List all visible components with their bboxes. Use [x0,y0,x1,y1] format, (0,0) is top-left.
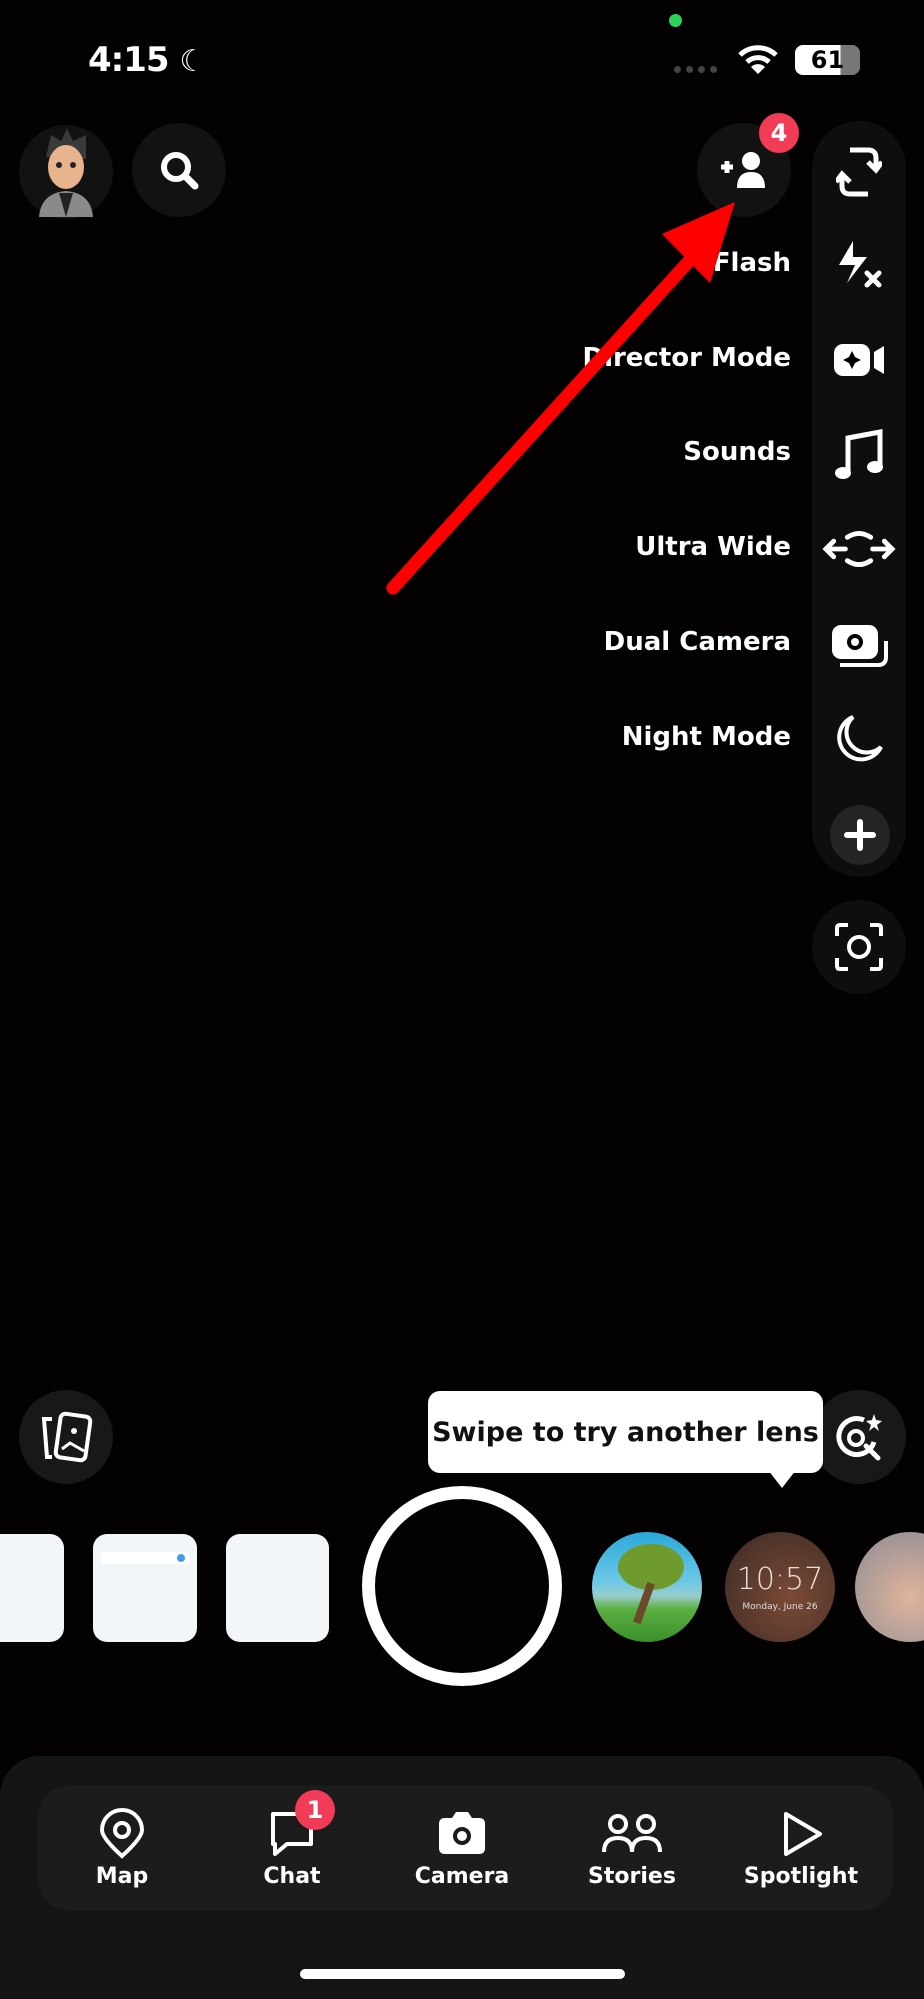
night-mode-label: Night Mode [621,722,791,752]
nav-label: Chat [263,1864,321,1889]
plus-icon [844,819,876,851]
lens-clock: 10:57 [736,1562,824,1597]
lens-tooltip: Swipe to try another lens [428,1391,823,1473]
lens-thumbnail[interactable] [93,1534,197,1642]
nav-label: Spotlight [743,1864,859,1889]
scan-icon [835,923,883,971]
nav-spotlight[interactable]: Spotlight [736,1808,866,1889]
nav-camera[interactable]: Camera [397,1808,527,1889]
lens-lockscreen[interactable]: 10:57 Monday, June 26 [725,1532,835,1642]
lens-explore-icon [836,1414,882,1461]
lens-face[interactable] [855,1532,924,1642]
home-indicator[interactable] [300,1969,625,1979]
lens-thumbnail[interactable] [0,1534,64,1642]
lens-explorer-button[interactable] [812,1390,906,1484]
memories-button[interactable] [19,1390,113,1484]
scan-button[interactable] [812,900,906,994]
tooltip-pointer [768,1470,796,1488]
camera-icon [439,1812,485,1854]
memories-icon [41,1411,93,1463]
lens-date: Monday, June 26 [742,1602,818,1612]
chat-badge: 1 [295,1790,335,1830]
lens-tree[interactable] [592,1532,702,1642]
moon-icon [837,715,883,762]
nav-label: Map [95,1864,149,1889]
shutter-button[interactable] [362,1486,562,1686]
badge-count: 1 [306,1796,324,1824]
spotlight-play-icon [784,1812,822,1856]
annotation-arrow [386,202,735,595]
nav-stories[interactable]: Stories [567,1808,697,1889]
map-pin-icon [99,1808,145,1859]
lens-thumbnail[interactable] [226,1534,329,1642]
nav-chat[interactable]: Chat [227,1808,357,1889]
nav-label: Camera [414,1864,510,1889]
tooltip-text: Swipe to try another lens [432,1416,819,1448]
more-tools-button[interactable] [830,805,890,865]
nav-map[interactable]: Map [57,1808,187,1889]
nav-label: Stories [588,1864,676,1889]
night-mode-button[interactable] [822,709,896,769]
stories-icon [602,1814,662,1853]
